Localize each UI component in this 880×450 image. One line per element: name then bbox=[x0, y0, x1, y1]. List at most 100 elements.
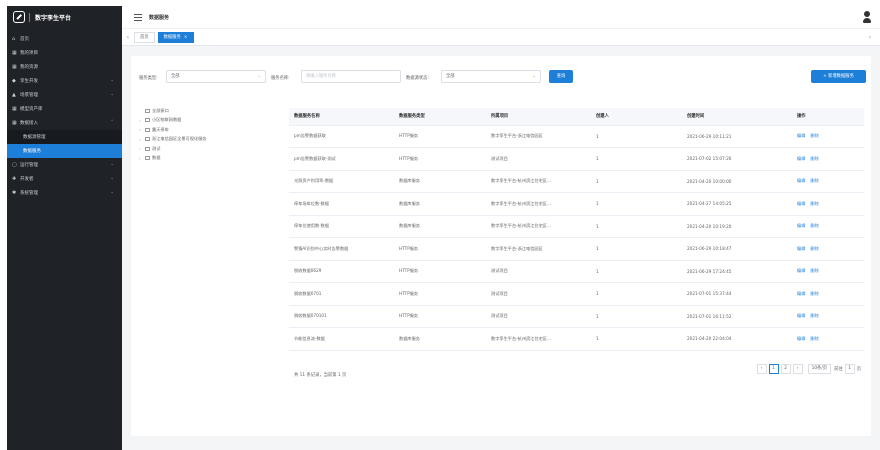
puzzle-icon: ✚ bbox=[12, 175, 17, 182]
service-name-input[interactable]: 请输入服务名称 bbox=[301, 70, 401, 83]
edit-link[interactable]: 编辑 bbox=[797, 201, 805, 206]
folder-icon bbox=[145, 137, 150, 142]
service-name-label: 服务名称: bbox=[271, 76, 290, 81]
sidebar-item[interactable]: ▦ 模型资产库 bbox=[7, 102, 122, 116]
edit-link[interactable]: 编辑 bbox=[797, 133, 805, 138]
column-header: 创建时间 bbox=[682, 108, 792, 126]
total-records: 共 11 条记录，当前第 1 页 bbox=[294, 373, 347, 378]
menu-fold-icon[interactable] bbox=[134, 13, 142, 21]
breadcrumb: 数据服务 bbox=[149, 14, 170, 21]
user-avatar-icon[interactable] bbox=[863, 11, 871, 23]
tree-node-label: 测试 bbox=[152, 145, 161, 151]
table-cell: HTTP服务 bbox=[394, 282, 486, 306]
tabs-scroll-right-icon[interactable]: › bbox=[864, 34, 876, 41]
filter-bar: 服务类型: 全部 ⌄ 服务名称: 请输入服务名称 数据源状态: 全部 ⌄ 查询 … bbox=[131, 56, 871, 96]
chevron-down-icon: ⌄ bbox=[532, 74, 536, 79]
tabs-scroll-left-icon[interactable]: ‹ bbox=[122, 34, 134, 41]
service-type-select[interactable]: 全部 ⌄ bbox=[166, 70, 266, 83]
table-cell-actions: 编辑 删除 bbox=[792, 305, 864, 328]
page-size-select[interactable]: 10条/页 bbox=[807, 363, 832, 374]
sidebar-item[interactable]: 数据服务 bbox=[7, 144, 122, 158]
delete-link[interactable]: 删除 bbox=[810, 313, 818, 318]
service-type-value: 全部 bbox=[171, 74, 180, 79]
edit-link[interactable]: 编辑 bbox=[797, 246, 805, 251]
sidebar-item[interactable]: 数据源管理 bbox=[7, 130, 122, 144]
status-select[interactable]: 全部 ⌄ bbox=[441, 70, 541, 83]
tab-home[interactable]: 首页 bbox=[134, 31, 155, 43]
delete-link[interactable]: 删除 bbox=[810, 133, 818, 138]
data-service-panel: 服务类型: 全部 ⌄ 服务名称: 请输入服务名称 数据源状态: 全部 ⌄ 查询 … bbox=[131, 56, 871, 436]
sidebar-item-label: 我的项目 bbox=[20, 51, 38, 56]
edit-link[interactable]: 编辑 bbox=[797, 178, 805, 183]
delete-link[interactable]: 删除 bbox=[810, 268, 818, 273]
table-cell: 税收数据0629 bbox=[289, 260, 394, 283]
tree-node-label: 小区物联网数据 bbox=[152, 117, 182, 123]
sidebar-item[interactable]: ▦ 数据接入 ⌃ bbox=[7, 116, 122, 130]
tree-node-label: 露天停车 bbox=[152, 126, 169, 132]
tabs-bar: ‹ 首页 数据服务 × › bbox=[122, 28, 880, 46]
delete-link[interactable]: 删除 bbox=[810, 246, 818, 251]
delete-link[interactable]: 删除 bbox=[810, 178, 818, 183]
edit-link[interactable]: 编辑 bbox=[797, 313, 805, 318]
tree-node[interactable]: › 数据 bbox=[139, 154, 279, 164]
sidebar-item[interactable]: ✱ 系统管理 ⌄ bbox=[7, 186, 122, 200]
status-value: 全部 bbox=[446, 74, 455, 79]
edit-link[interactable]: 编辑 bbox=[797, 291, 805, 296]
tree-node[interactable]: › 露天停车 bbox=[139, 125, 279, 135]
tree-node[interactable]: › 浙江电信园区全景可视化服务 bbox=[139, 135, 279, 145]
sidebar-item[interactable]: ▦ 我的项目 bbox=[7, 46, 122, 60]
logo-icon bbox=[13, 11, 25, 23]
close-icon[interactable]: × bbox=[184, 35, 188, 40]
page-number[interactable]: 1 bbox=[768, 363, 779, 374]
query-button[interactable]: 查询 bbox=[549, 70, 573, 83]
table-row: 光照资产利用率-数据 数据库服务 数字孪生平台-杭州滨江住宅区... 1 2021-04… bbox=[289, 170, 864, 193]
table-cell: 1 bbox=[591, 260, 682, 283]
chevron-icon: ⌄ bbox=[110, 162, 114, 167]
table-cell-actions: 编辑 删除 bbox=[792, 282, 864, 306]
delete-link[interactable]: 删除 bbox=[810, 291, 818, 296]
sidebar-item[interactable]: ⌂ 首页 bbox=[7, 32, 122, 46]
edit-link[interactable]: 编辑 bbox=[797, 156, 805, 161]
next-page-button[interactable]: › bbox=[792, 363, 803, 374]
prev-page-button[interactable]: ‹ bbox=[756, 363, 767, 374]
sidebar-item-label: 孪生开发 bbox=[20, 79, 38, 84]
data-service-table: 数据服务名称 数据服务类型 所属项目 创建人 创建时间 操作 pm告警数据获取 H… bbox=[289, 108, 864, 351]
table-cell: 数据库服务 bbox=[394, 215, 486, 238]
sidebar-item[interactable]: ▢ 运行管理 ⌄ bbox=[7, 158, 122, 172]
folder-icon bbox=[145, 146, 150, 151]
tree-node[interactable]: › 小区物联网数据 bbox=[139, 116, 279, 126]
table-cell: 光照资产利用率-数据 bbox=[289, 170, 394, 193]
table-row: 停车位使用数-数据 数据库服务 数字孪生平台-杭州滨江住宅区... 1 2021-04-… bbox=[289, 215, 864, 238]
edit-link[interactable]: 编辑 bbox=[797, 268, 805, 273]
goto-page-input[interactable]: 1 bbox=[844, 363, 855, 374]
table-cell: HTTP服务 bbox=[394, 147, 486, 171]
sidebar-item-label: 数据服务 bbox=[23, 149, 41, 154]
table-row: 税收数据0701 HTTP服务 测试项目 1 2021-07-01 15:37:44 编辑… bbox=[289, 282, 864, 306]
sidebar-item[interactable]: ◆ 孪生开发 ⌄ bbox=[7, 74, 122, 88]
edit-link[interactable]: 编辑 bbox=[797, 336, 805, 341]
tab-data-service[interactable]: 数据服务 × bbox=[157, 31, 194, 43]
tree-node[interactable]: › 测试 bbox=[139, 144, 279, 154]
edit-link[interactable]: 编辑 bbox=[797, 223, 805, 228]
sidebar-item[interactable]: ▲ 场景管理 ⌄ bbox=[7, 88, 122, 102]
delete-link[interactable]: 删除 bbox=[810, 223, 818, 228]
add-data-service-button[interactable]: + 新增数据服务 bbox=[811, 70, 866, 83]
table-cell: 测试项目 bbox=[486, 147, 591, 171]
table-cell: 2021-07-01 15:37:44 bbox=[682, 282, 792, 306]
table-cell-actions: 编辑 删除 bbox=[792, 147, 864, 171]
table-cell: HTTP服务 bbox=[394, 125, 486, 148]
delete-link[interactable]: 删除 bbox=[810, 201, 818, 206]
tree-node[interactable]: 全部接口 bbox=[139, 106, 279, 116]
table-cell: 数据库服务 bbox=[394, 327, 486, 351]
sidebar-item[interactable]: ✚ 开发者 ⌄ bbox=[7, 172, 122, 186]
table-cell: 1 bbox=[591, 170, 682, 193]
sidebar-item[interactable]: ▦ 我的资源 bbox=[7, 60, 122, 74]
delete-link[interactable]: 删除 bbox=[810, 156, 818, 161]
delete-link[interactable]: 删除 bbox=[810, 336, 818, 341]
home-icon: ⌂ bbox=[12, 35, 16, 42]
table-cell: 数字孪生平台-杭州滨江住宅区... bbox=[486, 327, 591, 351]
page-number[interactable]: 2 bbox=[780, 363, 791, 374]
table-cell-actions: 编辑 删除 bbox=[792, 170, 864, 193]
sidebar-item-label: 数据源管理 bbox=[23, 135, 46, 140]
brand-divider bbox=[29, 12, 30, 22]
